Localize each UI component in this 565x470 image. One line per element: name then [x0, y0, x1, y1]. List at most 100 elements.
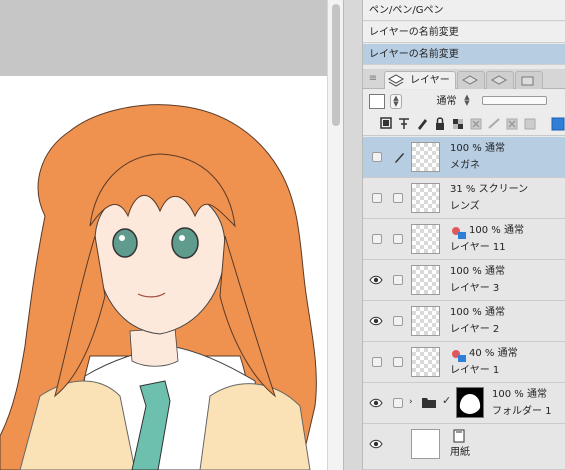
eye-icon [369, 398, 383, 408]
tab-layer-search[interactable] [486, 71, 514, 89]
lock-toggle[interactable] [390, 383, 410, 423]
tab-animation[interactable] [515, 71, 543, 89]
layer-row[interactable]: › ✓ 100 % 通常 フォルダー 1 [363, 383, 565, 424]
tab-layer-property[interactable] [457, 71, 485, 89]
layer-blend-opacity: 31 % スクリーン [450, 184, 529, 195]
layer-name[interactable]: 用紙 [450, 446, 470, 459]
layer-thumbnail [411, 429, 440, 459]
layer-color-icon[interactable] [551, 116, 565, 131]
layer-thumbnail [411, 265, 440, 295]
opacity-slider[interactable] [482, 96, 547, 105]
panel-divider[interactable] [343, 0, 363, 470]
canvas-area[interactable] [0, 0, 343, 470]
pen-icon [395, 153, 404, 163]
layer-row[interactable]: 用紙 [363, 424, 565, 470]
eye-icon [369, 439, 383, 449]
layer-name[interactable]: フォルダー 1 [492, 405, 552, 418]
tab-layer[interactable]: レイヤー [384, 71, 456, 89]
draft-layer-icon[interactable] [415, 116, 429, 131]
lock-transparent-icon[interactable] [451, 116, 465, 131]
lock-toggle[interactable] [390, 219, 410, 259]
lock-checkbox[interactable] [393, 234, 403, 244]
layer-name[interactable]: レイヤー 2 [450, 323, 499, 336]
canvas-vertical-scrollbar[interactable] [327, 0, 343, 470]
color-raster-icon [452, 350, 466, 362]
artboard[interactable] [0, 76, 327, 470]
layer-name[interactable]: レイヤー 1 [450, 364, 499, 377]
lock-toggle[interactable] [390, 342, 410, 382]
layer-name[interactable]: レイヤー 3 [450, 282, 499, 295]
layer-row[interactable]: 100 % 通常 メガネ [363, 137, 565, 178]
chevron-right-icon[interactable]: › [409, 397, 413, 407]
panel-menu-icon[interactable]: ≡ [367, 72, 379, 86]
visibility-toggle[interactable] [363, 424, 390, 464]
layer-row[interactable]: 31 % スクリーン レンズ [363, 178, 565, 219]
visibility-toggle[interactable] [363, 260, 390, 300]
layer-blend-opacity: 100 % 通常 [450, 266, 505, 277]
lock-checkbox[interactable] [393, 193, 403, 203]
layer-color-swatch[interactable] [369, 94, 385, 109]
folder-icon [422, 398, 436, 408]
layer-blend-row: ▲ ▼ 通常 ▲ ▼ [363, 90, 565, 112]
lock-layer-icon[interactable] [433, 116, 447, 131]
tab-layer-label: レイヤー [410, 75, 450, 86]
layer-blend-opacity: 100 % 通常 [492, 389, 547, 400]
lock-toggle[interactable] [390, 178, 410, 218]
mask-show-icon[interactable] [505, 116, 519, 131]
lock-checkbox[interactable] [393, 275, 403, 285]
visibility-toggle[interactable] [363, 137, 390, 177]
ruler-show-icon[interactable] [523, 116, 537, 131]
layer-property-icon [461, 75, 479, 85]
mask-shape [459, 394, 481, 414]
visibility-toggle[interactable] [363, 178, 390, 218]
color-raster-icon [452, 227, 466, 239]
paper-icon [453, 429, 465, 443]
history-item[interactable]: ペン/ペン/Gペン [363, 0, 565, 21]
lock-toggle[interactable] [390, 260, 410, 300]
lock-checkbox[interactable] [393, 357, 403, 367]
layer-blend-opacity: 100 % 通常 [450, 143, 505, 154]
layer-name[interactable]: レイヤー 11 [450, 241, 506, 254]
scrollbar-thumb[interactable] [332, 4, 340, 126]
layer-row[interactable]: 100 % 通常 レイヤー 3 [363, 260, 565, 301]
layer-row[interactable]: 100 % 通常 レイヤー 11 [363, 219, 565, 260]
visibility-checkbox[interactable] [372, 152, 382, 162]
eye-icon [369, 316, 383, 326]
history-item-selected[interactable]: レイヤーの名前変更 [363, 44, 565, 65]
edit-indicator[interactable] [390, 137, 410, 177]
panel-tab-bar: ≡ レイヤー [363, 69, 565, 89]
clip-to-below-icon[interactable] [379, 116, 393, 131]
history-item[interactable]: レイヤーの名前変更 [363, 22, 565, 43]
visibility-checkbox[interactable] [372, 357, 382, 367]
lock-toggle[interactable] [390, 301, 410, 341]
visibility-checkbox[interactable] [372, 234, 382, 244]
ruler-range-icon[interactable] [487, 116, 501, 131]
mask-enable-icon[interactable] [469, 116, 483, 131]
layer-thumbnail [411, 224, 440, 254]
swatch-dropdown-arrow[interactable]: ▲ ▼ [390, 94, 402, 109]
layer-row[interactable]: 40 % 通常 レイヤー 1 [363, 342, 565, 383]
visibility-toggle[interactable] [363, 383, 390, 423]
lock-checkbox[interactable] [393, 316, 403, 326]
visibility-toggle[interactable] [363, 301, 390, 341]
eye-icon [369, 275, 383, 285]
visibility-checkbox[interactable] [372, 193, 382, 203]
layers-icon [388, 74, 404, 87]
layer-thumbnail [411, 306, 440, 336]
layer-name[interactable]: レンズ [450, 200, 480, 213]
animation-icon [521, 76, 534, 86]
reference-layer-icon[interactable] [397, 116, 411, 131]
layer-blend-opacity: 100 % 通常 [450, 307, 505, 318]
layer-row[interactable]: 100 % 通常 レイヤー 2 [363, 301, 565, 342]
visibility-toggle[interactable] [363, 342, 390, 382]
layer-blend-opacity: 40 % 通常 [469, 348, 518, 359]
blend-mode-arrow[interactable]: ▲ ▼ [461, 94, 473, 109]
visibility-toggle[interactable] [363, 219, 390, 259]
layer-search-icon [490, 75, 508, 85]
lock-checkbox[interactable] [393, 398, 403, 408]
character-illustration [0, 104, 317, 470]
mask-thumbnail [456, 387, 484, 418]
layer-thumbnail [411, 183, 440, 213]
layer-name[interactable]: メガネ [450, 159, 480, 172]
layer-blend-opacity: 100 % 通常 [469, 225, 524, 236]
